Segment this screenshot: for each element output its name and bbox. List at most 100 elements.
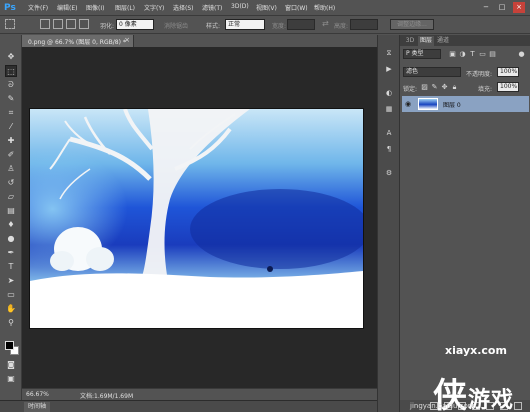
hand-icon[interactable]: ✋ xyxy=(5,303,17,315)
color-icon[interactable]: ◐ xyxy=(383,87,395,99)
tab-3d[interactable]: 3D xyxy=(403,36,417,46)
quick-mask-icon[interactable]: ◙ xyxy=(5,359,17,371)
timeline-bar: 时间轴 xyxy=(0,400,377,412)
screen-mode-icon[interactable]: ▣ xyxy=(5,373,17,385)
minimize-button[interactable]: − xyxy=(480,2,492,13)
menu-bar: Ps 文件(F) 编辑(E) 图像(I) 图层(L) 文字(Y) 选择(S) 滤… xyxy=(0,0,530,16)
menu-type[interactable]: 文字(Y) xyxy=(144,3,164,12)
options-bar: 羽化: 0 像素 消除锯齿 样式: 正常 宽度: ⇄ 高度: 调整边缘... xyxy=(0,16,530,34)
watermark-url: jingyan.baidu.com xyxy=(410,402,475,410)
type-icon[interactable]: T xyxy=(5,261,17,273)
delete-layer-icon[interactable] xyxy=(514,402,522,410)
tree-artwork xyxy=(30,109,363,328)
maximize-button[interactable]: □ xyxy=(496,2,508,13)
clone-stamp-icon[interactable]: ♙ xyxy=(5,163,17,175)
visibility-eye-icon[interactable]: ◉ xyxy=(405,100,411,108)
menu-file[interactable]: 文件(F) xyxy=(28,3,48,12)
menu-view[interactable]: 视图(V) xyxy=(256,3,277,12)
lock-position-icon[interactable]: ✥ xyxy=(440,83,449,92)
path-select-icon[interactable]: ➤ xyxy=(5,275,17,287)
layer-name[interactable]: 图层 0 xyxy=(443,100,461,109)
actions-icon[interactable]: ▶ xyxy=(383,63,395,75)
lock-all-icon[interactable]: 🔒︎ xyxy=(450,83,459,92)
tab-channels[interactable]: 通道 xyxy=(435,36,451,46)
style-select[interactable]: 正常 xyxy=(225,19,265,30)
layer-filter-select[interactable]: P 类型 xyxy=(403,49,441,59)
fill-label: 填充: xyxy=(478,86,493,93)
crop-icon[interactable]: ⌗ xyxy=(5,107,17,119)
menu-image[interactable]: 图像(I) xyxy=(86,3,104,12)
adjustment-filter-icon[interactable]: ◑ xyxy=(458,50,467,59)
document-tab[interactable]: 0.png @ 66.7% (图层 0, RGB/8) * × xyxy=(22,35,134,47)
timeline-tab[interactable]: 时间轴 xyxy=(24,402,51,412)
character-icon[interactable]: A xyxy=(383,127,395,139)
menu-select[interactable]: 选择(S) xyxy=(173,3,194,12)
style-label: 样式: xyxy=(206,23,221,30)
dock-icon-strip: ⧖ ▶ ◐ ▦ A ¶ ⚙ xyxy=(377,35,399,412)
lock-pixels-icon[interactable]: ✎ xyxy=(430,83,439,92)
paragraph-icon[interactable]: ¶ xyxy=(383,143,395,155)
close-button[interactable]: × xyxy=(513,2,525,13)
width-label: 宽度: xyxy=(272,23,287,30)
tab-layers[interactable]: 图层 xyxy=(418,36,434,46)
fill-input[interactable]: 100% xyxy=(497,82,519,92)
marquee-icon[interactable]: ⬚ xyxy=(5,65,17,77)
pen-icon[interactable]: ✒ xyxy=(5,247,17,259)
filter-toggle-icon[interactable]: ● xyxy=(517,50,526,59)
adjust-icon[interactable]: ⚙ xyxy=(383,167,395,179)
tools-panel: ✥ ⬚ ᘐ ✎ ⌗ ⁄ ✚ ✐ ♙ ↺ ▱ ▤ ♦ ● ✒ T ➤ ▭ ✋ ⚲ … xyxy=(0,35,22,400)
blend-mode-select[interactable]: 滤色 xyxy=(403,67,461,77)
opacity-label: 不透明度: xyxy=(466,71,493,78)
intersect-selection-icon[interactable] xyxy=(79,19,89,29)
menu-3d[interactable]: 3D(D) xyxy=(231,3,249,10)
eyedropper-icon[interactable]: ⁄ xyxy=(5,121,17,133)
history-brush-icon[interactable]: ↺ xyxy=(5,177,17,189)
document-info[interactable]: 文档:1.69M/1.69M xyxy=(80,391,133,400)
width-input[interactable] xyxy=(287,19,315,30)
watermark-site: xiayx.com xyxy=(445,344,507,357)
history-icon[interactable]: ⧖ xyxy=(383,47,395,59)
opacity-input[interactable]: 100% xyxy=(497,67,519,77)
pixel-filter-icon[interactable]: ▣ xyxy=(448,50,457,59)
healing-icon[interactable]: ✚ xyxy=(5,135,17,147)
height-input[interactable] xyxy=(350,19,378,30)
menu-layer[interactable]: 图层(L) xyxy=(115,3,135,12)
canvas-area[interactable] xyxy=(22,47,377,388)
swap-icon[interactable]: ⇄ xyxy=(322,19,329,28)
menu-help[interactable]: 帮助(H) xyxy=(314,3,335,12)
height-label: 高度: xyxy=(334,23,349,30)
document-tab-label: 0.png @ 66.7% (图层 0, RGB/8) * xyxy=(28,39,126,46)
lock-row: 锁定: ▨ ✎ ✥ 🔒︎ 填充: 100% xyxy=(400,81,530,94)
lasso-icon[interactable]: ᘐ xyxy=(5,79,17,91)
foreground-color-swatch[interactable] xyxy=(5,341,14,350)
antialias-checkbox[interactable]: 消除锯齿 xyxy=(164,21,188,30)
swatches-icon[interactable]: ▦ xyxy=(383,103,395,115)
add-selection-icon[interactable] xyxy=(53,19,63,29)
zoom-icon[interactable]: ⚲ xyxy=(5,317,17,329)
smart-filter-icon[interactable]: ▤ xyxy=(488,50,497,59)
marquee-preset-icon[interactable] xyxy=(5,19,15,29)
shape-filter-icon[interactable]: ▭ xyxy=(478,50,487,59)
type-filter-icon[interactable]: T xyxy=(468,50,477,59)
menu-window[interactable]: 窗口(W) xyxy=(285,3,308,12)
dodge-icon[interactable]: ● xyxy=(5,233,17,245)
move-icon[interactable]: ✥ xyxy=(5,51,17,63)
layer-thumbnail xyxy=(418,98,438,110)
quick-select-icon[interactable]: ✎ xyxy=(5,93,17,105)
menu-edit[interactable]: 编辑(E) xyxy=(57,3,77,12)
lock-transparent-icon[interactable]: ▨ xyxy=(420,83,429,92)
layer-row[interactable]: ◉ 图层 0 xyxy=(402,96,529,112)
eraser-icon[interactable]: ▱ xyxy=(5,191,17,203)
document-close-icon[interactable]: × xyxy=(124,36,130,44)
subtract-selection-icon[interactable] xyxy=(66,19,76,29)
new-selection-icon[interactable] xyxy=(40,19,50,29)
brush-icon[interactable]: ✐ xyxy=(5,149,17,161)
menu-filter[interactable]: 滤镜(T) xyxy=(202,3,222,12)
refine-edge-button[interactable]: 调整边缘... xyxy=(390,19,434,30)
gradient-icon[interactable]: ▤ xyxy=(5,205,17,217)
shape-icon[interactable]: ▭ xyxy=(5,289,17,301)
feather-input[interactable]: 0 像素 xyxy=(116,19,154,30)
blur-icon[interactable]: ♦ xyxy=(5,219,17,231)
blend-row: 滤色 不透明度: 100% xyxy=(400,66,530,79)
zoom-level[interactable]: 66.67% xyxy=(26,391,49,398)
